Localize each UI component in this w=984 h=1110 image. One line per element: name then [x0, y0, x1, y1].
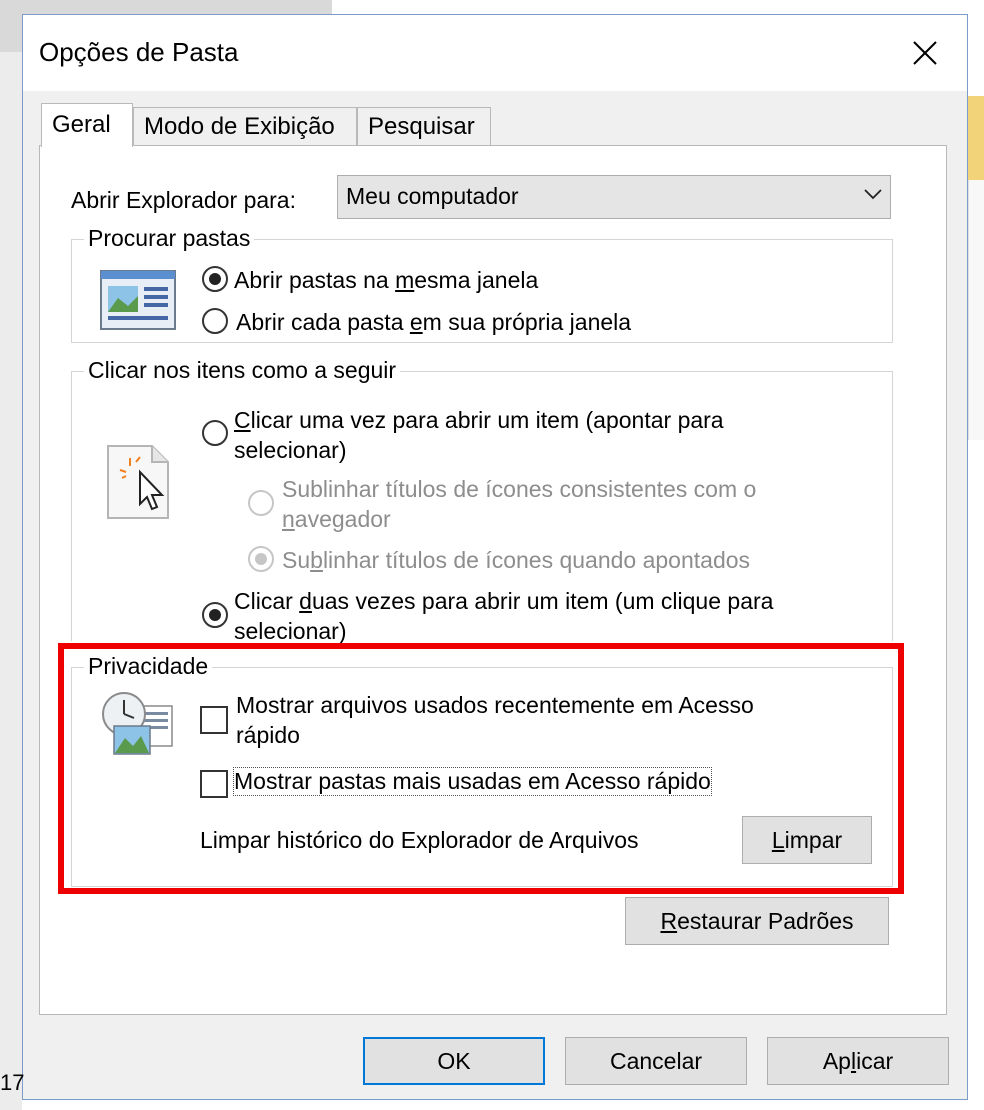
click-items-legend: Clicar nos itens como a seguir — [84, 357, 401, 384]
checkbox-show-recent-files[interactable] — [200, 706, 228, 734]
radio-single-click[interactable] — [202, 420, 228, 446]
folder-options-dialog: Opções de Pasta Geral Modo de Exibição P… — [22, 14, 968, 1100]
radio-double-click[interactable] — [202, 602, 228, 628]
browse-folders-legend: Procurar pastas — [84, 225, 255, 252]
underline-hover-label[interactable]: Sublinhar títulos de ícones quando apont… — [282, 547, 750, 574]
background-left-strip — [0, 52, 22, 1110]
show-frequent-folders-label[interactable]: Mostrar pastas mais usadas em Acesso ráp… — [233, 767, 712, 796]
close-button[interactable] — [883, 15, 967, 91]
tab-view-mode-label: Modo de Exibição — [144, 113, 335, 140]
dialog-title: Opções de Pasta — [39, 37, 239, 67]
apply-button-label: Aplicar — [822, 1047, 894, 1074]
folder-window-icon — [100, 270, 176, 330]
open-explorer-label: Abrir Explorador para: — [71, 187, 296, 213]
open-explorer-value: Meu computador — [346, 183, 519, 209]
open-same-window-label[interactable]: Abrir pastas na mesma janela — [234, 267, 538, 294]
double-click-label[interactable]: Clicar duas vezes para abrir um item (um… — [234, 586, 854, 646]
radio-underline-consistent[interactable] — [248, 490, 274, 516]
clear-button[interactable]: Limpar — [742, 816, 872, 864]
chevron-down-icon — [864, 189, 882, 200]
tab-general-label: Geral — [52, 111, 111, 138]
radio-open-same-window[interactable] — [202, 266, 228, 292]
background-right-panel — [968, 180, 984, 440]
title-bar[interactable]: Opções de Pasta — [23, 15, 967, 91]
tab-view-mode[interactable]: Modo de Exibição — [133, 107, 357, 146]
clear-button-label: Limpar — [771, 826, 843, 853]
open-own-window-label[interactable]: Abrir cada pasta em sua própria janela — [236, 309, 631, 336]
tab-search-label: Pesquisar — [368, 113, 475, 140]
close-icon — [913, 41, 937, 65]
clock-documents-icon — [102, 692, 173, 755]
apply-button[interactable]: Aplicar — [767, 1037, 949, 1085]
tab-general[interactable]: Geral — [41, 103, 133, 147]
background-text: 17 — [0, 1070, 25, 1095]
cancel-button-label: Cancelar — [609, 1047, 703, 1074]
pointer-click-icon — [107, 445, 169, 519]
restore-defaults-button[interactable]: Restaurar Padrões — [625, 897, 889, 945]
cancel-button[interactable]: Cancelar — [565, 1037, 747, 1085]
clear-history-label: Limpar histórico do Explorador de Arquiv… — [200, 827, 639, 853]
privacy-legend: Privacidade — [84, 653, 213, 680]
ok-button[interactable]: OK — [363, 1037, 545, 1085]
show-recent-files-label[interactable]: Mostrar arquivos usados recentemente em … — [236, 690, 856, 750]
privacy-group: Privacidade Mostrar arquivos usados rece… — [71, 653, 893, 887]
click-items-group: Clicar nos itens como a seguir Clicar um… — [71, 357, 893, 644]
radio-underline-hover[interactable] — [248, 546, 274, 572]
ok-button-label: OK — [437, 1047, 471, 1074]
tab-search[interactable]: Pesquisar — [357, 107, 491, 146]
restore-defaults-label: Restaurar Padrões — [660, 907, 854, 934]
background-right-accent — [968, 96, 984, 180]
checkbox-show-frequent-folders[interactable] — [200, 770, 228, 798]
open-explorer-dropdown[interactable]: Meu computador — [337, 175, 891, 219]
underline-consistent-label[interactable]: Sublinhar títulos de ícones consistentes… — [282, 474, 842, 534]
browse-folders-group: Procurar pastas Abrir pastas na mesma ja… — [71, 225, 893, 343]
single-click-label[interactable]: Clicar uma vez para abrir um item (apont… — [234, 405, 834, 465]
radio-open-own-window[interactable] — [202, 308, 228, 334]
